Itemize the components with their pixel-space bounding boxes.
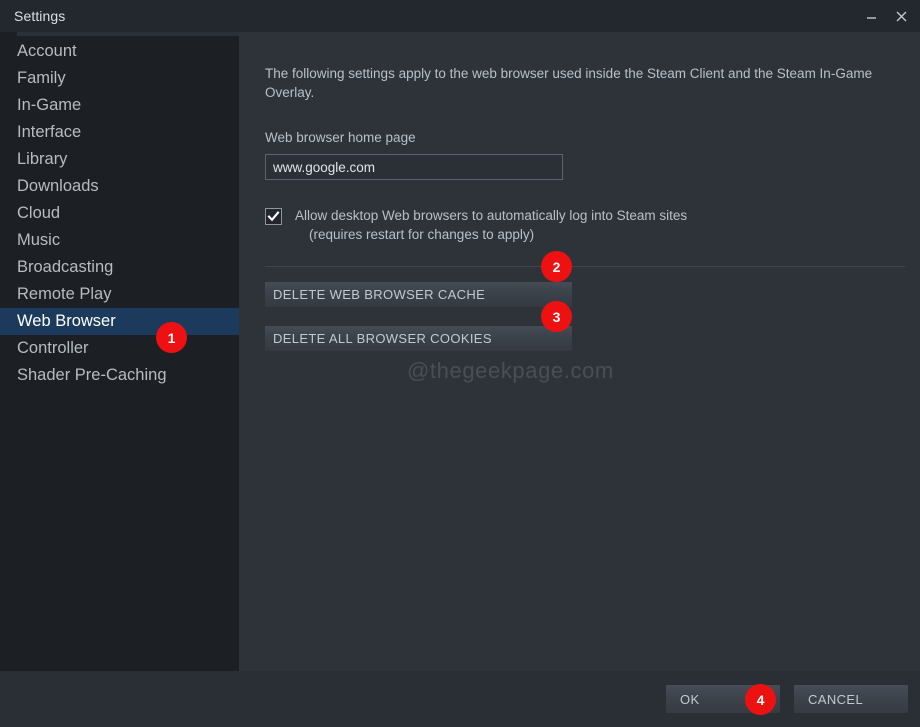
home-page-label: Web browser home page	[265, 130, 416, 146]
auto-login-line2: (requires restart for changes to apply)	[309, 226, 535, 242]
sidebar-item-label: Cloud	[17, 204, 61, 222]
sidebar-item-label: Interface	[17, 123, 82, 141]
auto-login-checkbox-label: Allow desktop Web browsers to automatica…	[295, 207, 687, 244]
dialog-footer: OK CANCEL	[0, 671, 920, 727]
auto-login-checkbox-row[interactable]: Allow desktop Web browsers to automatica…	[265, 207, 894, 244]
sidebar-item-library[interactable]: Library	[0, 146, 239, 173]
minimize-icon[interactable]	[856, 1, 886, 31]
sidebar-item-label: Downloads	[17, 177, 99, 195]
sidebar-item-interface[interactable]: Interface	[0, 119, 239, 146]
sidebar-item-music[interactable]: Music	[0, 227, 239, 254]
sidebar-item-label: Controller	[17, 339, 89, 357]
sidebar-item-label: Account	[17, 42, 77, 60]
settings-window: Settings Account Family In-Game Interfac…	[0, 0, 920, 727]
sidebar-item-downloads[interactable]: Downloads	[0, 173, 239, 200]
home-page-input[interactable]	[265, 154, 563, 181]
sidebar-item-shader-pre-caching[interactable]: Shader Pre-Caching	[0, 362, 239, 389]
sidebar-item-in-game[interactable]: In-Game	[0, 92, 239, 119]
sidebar-item-label: Family	[17, 69, 66, 87]
sidebar-item-label: In-Game	[17, 96, 82, 114]
sidebar-item-label: Broadcasting	[17, 258, 114, 276]
sidebar-item-label: Library	[17, 150, 68, 168]
settings-sidebar: Account Family In-Game Interface Library…	[0, 32, 239, 671]
window-title: Settings	[14, 8, 66, 24]
section-divider	[265, 266, 905, 268]
delete-web-browser-cache-button[interactable]: DELETE WEB BROWSER CACHE	[265, 282, 572, 308]
sidebar-item-web-browser[interactable]: Web Browser	[0, 308, 239, 335]
sidebar-item-label: Web Browser	[17, 312, 116, 330]
sidebar-item-family[interactable]: Family	[0, 65, 239, 92]
intro-text: The following settings apply to the web …	[265, 66, 873, 101]
settings-content-panel: The following settings apply to the web …	[239, 32, 920, 671]
watermark: @thegeekpage.com	[407, 358, 614, 383]
sidebar-item-account[interactable]: Account	[0, 38, 239, 65]
window-body: Account Family In-Game Interface Library…	[0, 32, 920, 671]
sidebar-item-label: Remote Play	[17, 285, 112, 303]
cancel-button[interactable]: CANCEL	[794, 685, 908, 713]
sidebar-item-cloud[interactable]: Cloud	[0, 200, 239, 227]
sidebar-item-label: Shader Pre-Caching	[17, 366, 167, 384]
close-icon[interactable]	[886, 1, 916, 31]
auto-login-line1: Allow desktop Web browsers to automatica…	[295, 208, 688, 224]
sidebar-item-broadcasting[interactable]: Broadcasting	[0, 254, 239, 281]
sidebar-item-remote-play[interactable]: Remote Play	[0, 281, 239, 308]
sidebar-item-controller[interactable]: Controller	[0, 335, 239, 362]
sidebar-item-label: Music	[17, 231, 61, 249]
ok-button[interactable]: OK	[666, 685, 780, 713]
checkbox-checked-icon[interactable]	[265, 208, 282, 226]
window-controls	[856, 0, 916, 32]
title-bar: Settings	[0, 0, 920, 32]
delete-all-browser-cookies-button[interactable]: DELETE ALL BROWSER COOKIES	[265, 326, 572, 352]
